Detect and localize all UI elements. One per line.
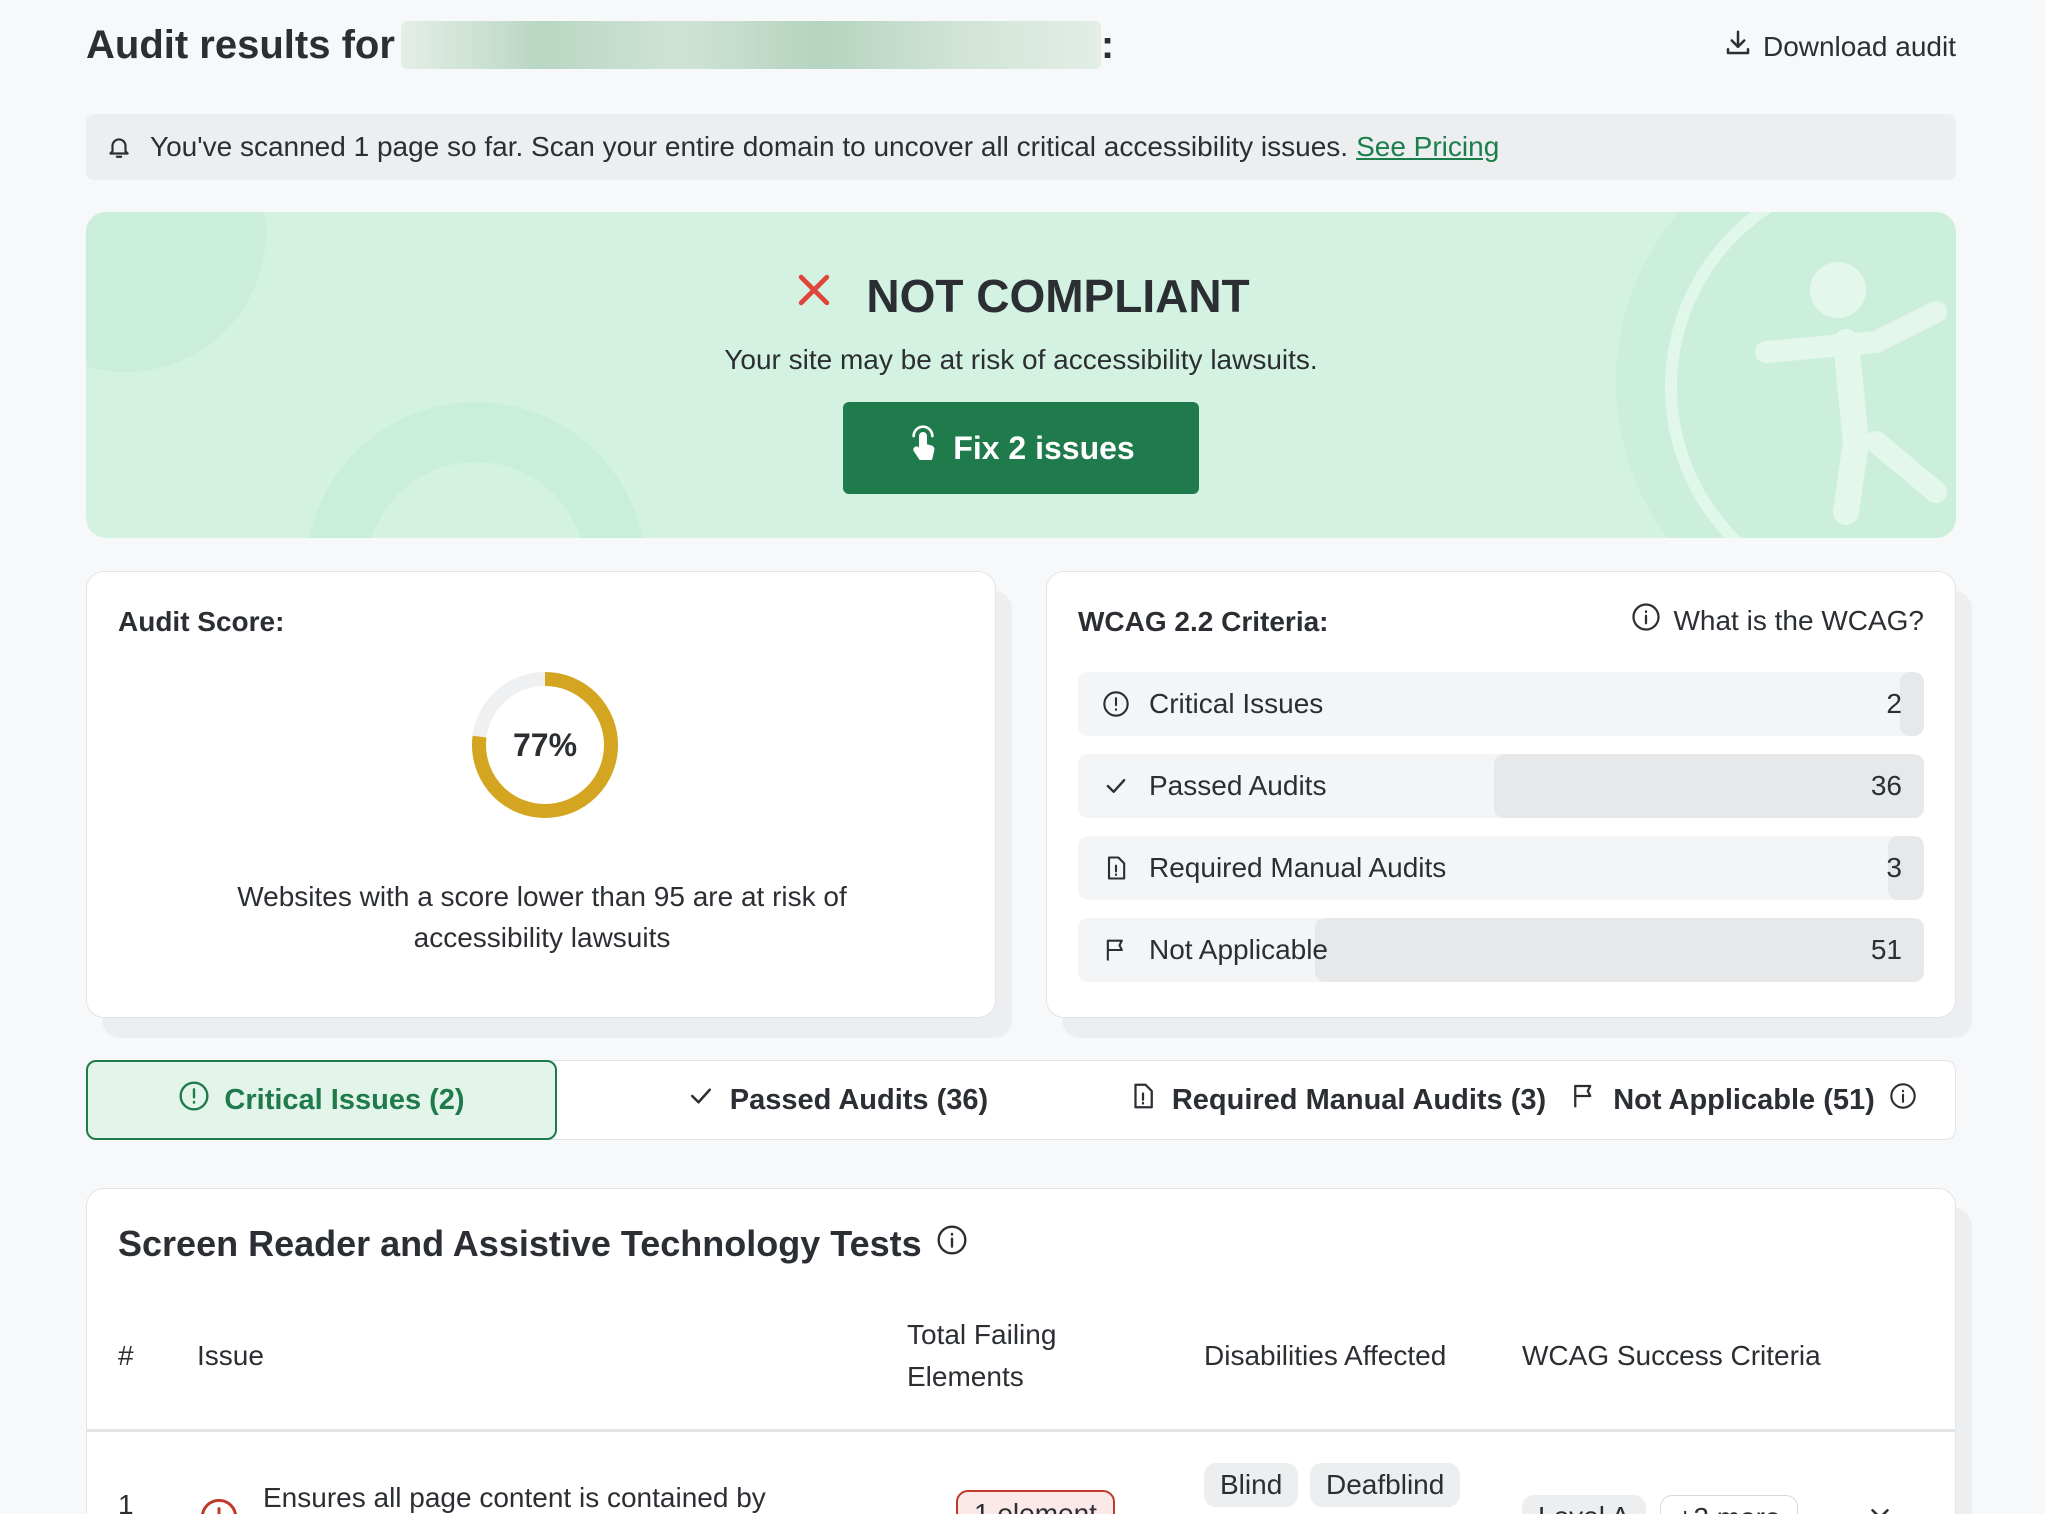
alert-circle-icon xyxy=(199,1497,239,1514)
title-suffix: : xyxy=(1100,23,1115,67)
tab-label: Critical Issues (2) xyxy=(224,1083,465,1116)
compliance-status: NOT COMPLIANT xyxy=(86,268,1956,323)
criteria-tag: Level A xyxy=(1522,1495,1646,1514)
wcag-label: WCAG 2.2 Criteria: xyxy=(1078,606,1329,637)
scan-limit-banner: You've scanned 1 page so far. Scan your … xyxy=(86,114,1956,180)
disability-tag: Blind xyxy=(1204,1463,1299,1507)
failing-elements-badge[interactable]: 1 element xyxy=(956,1490,1115,1514)
alert-circle-icon xyxy=(1102,690,1130,718)
column-header-disabilities: Disabilities Affected xyxy=(1204,1340,1447,1371)
tab-label: Required Manual Audits (3) xyxy=(1171,1083,1547,1116)
more-criteria-tag[interactable]: +2 more xyxy=(1660,1495,1798,1514)
disability-tag: Deafblind xyxy=(1310,1463,1461,1507)
banner-message: You've scanned 1 page so far. Scan your … xyxy=(150,131,1349,162)
chevron-down-icon[interactable] xyxy=(1865,1499,1895,1514)
page-header: Audit results for : Download audit xyxy=(86,18,1956,78)
fix-issues-button[interactable]: Fix 2 issues xyxy=(843,402,1199,494)
section-title: Screen Reader and Assistive Technology T… xyxy=(118,1223,968,1265)
info-icon[interactable] xyxy=(1889,1082,1917,1118)
stat-value: 51 xyxy=(1870,934,1902,965)
page-title: Audit results for : xyxy=(86,18,1114,72)
column-header-total-failing: Total Failing Elements xyxy=(907,1319,1057,1392)
stat-value: 2 xyxy=(1886,688,1902,719)
title-prefix: Audit results for xyxy=(86,23,395,67)
what-is-wcag-link[interactable]: What is the WCAG? xyxy=(1631,602,1924,639)
stat-label: Not Applicable xyxy=(1149,934,1329,965)
info-icon xyxy=(1631,602,1661,639)
stat-label: Passed Audits xyxy=(1149,770,1327,801)
issue-description[interactable]: Ensures all page content is contained by xyxy=(263,1477,863,1514)
compliance-hero: NOT COMPLIANT Your site may be at risk o… xyxy=(86,212,1956,538)
tab-not-applicable[interactable]: Not Applicable (51) xyxy=(1543,1061,1943,1139)
audit-score-card: Audit Score: 77% Websites with a score l… xyxy=(86,571,996,1018)
alert-circle-icon xyxy=(178,1080,210,1120)
flag-icon xyxy=(1569,1081,1599,1119)
tap-hand-icon xyxy=(907,424,939,472)
fix-issues-label: Fix 2 issues xyxy=(953,429,1135,466)
download-icon xyxy=(1723,28,1753,65)
compliance-subtitle: Your site may be at risk of accessibilit… xyxy=(724,344,1318,375)
download-audit-button[interactable]: Download audit xyxy=(1723,28,1956,65)
stat-value: 36 xyxy=(1870,770,1902,801)
compliance-status-text: NOT COMPLIANT xyxy=(866,269,1250,322)
stat-value: 3 xyxy=(1886,852,1902,883)
see-pricing-link[interactable]: See Pricing xyxy=(1356,131,1499,163)
redacted-url xyxy=(400,21,1101,69)
row-number: 1 xyxy=(118,1489,134,1514)
tab-critical-issues[interactable]: Critical Issues (2) xyxy=(86,1060,557,1140)
audit-score-label: Audit Score: xyxy=(118,606,285,637)
document-icon xyxy=(1128,1081,1158,1119)
what-is-wcag-label: What is the WCAG? xyxy=(1673,604,1924,636)
tab-label: Passed Audits (36) xyxy=(729,1083,989,1116)
stat-bar xyxy=(1494,754,1924,818)
download-label: Download audit xyxy=(1762,30,1956,62)
score-note: Websites with a score lower than 95 are … xyxy=(237,881,847,953)
tab-required-manual-audits[interactable]: Required Manual Audits (3) xyxy=(1117,1061,1557,1139)
stat-label: Critical Issues xyxy=(1149,688,1324,719)
check-icon xyxy=(1102,772,1130,800)
tab-passed-audits[interactable]: Passed Audits (36) xyxy=(637,1061,1037,1139)
stat-row-not-applicable[interactable]: Not Applicable 51 xyxy=(1078,918,1924,982)
document-icon xyxy=(1102,854,1130,882)
tab-label: Not Applicable (51) xyxy=(1613,1083,1875,1116)
wcag-criteria-card: WCAG 2.2 Criteria: What is the WCAG? Cri… xyxy=(1046,571,1956,1018)
results-tabs: Critical Issues (2) Passed Audits (36) R… xyxy=(86,1060,1956,1140)
stat-row-passed-audits[interactable]: Passed Audits 36 xyxy=(1078,754,1924,818)
bell-icon xyxy=(106,134,132,160)
check-icon xyxy=(686,1081,716,1119)
info-icon[interactable] xyxy=(936,1223,968,1265)
column-header-wcag-criteria: WCAG Success Criteria xyxy=(1522,1340,1821,1371)
stat-row-required-manual-audits[interactable]: Required Manual Audits 3 xyxy=(1078,836,1924,900)
flag-icon xyxy=(1102,936,1130,964)
header-divider xyxy=(87,1429,1955,1432)
stat-bar xyxy=(1900,672,1924,736)
column-header-issue: Issue xyxy=(197,1340,264,1371)
score-percent: 77% xyxy=(512,726,578,763)
close-x-icon xyxy=(792,268,836,323)
section-title-text: Screen Reader and Assistive Technology T… xyxy=(118,1223,922,1264)
results-table-card: Screen Reader and Assistive Technology T… xyxy=(86,1188,1956,1514)
stat-label: Required Manual Audits xyxy=(1149,852,1447,883)
stat-row-critical-issues[interactable]: Critical Issues 2 xyxy=(1078,672,1924,736)
column-header-number: # xyxy=(118,1340,134,1371)
stat-bar xyxy=(1314,918,1924,982)
